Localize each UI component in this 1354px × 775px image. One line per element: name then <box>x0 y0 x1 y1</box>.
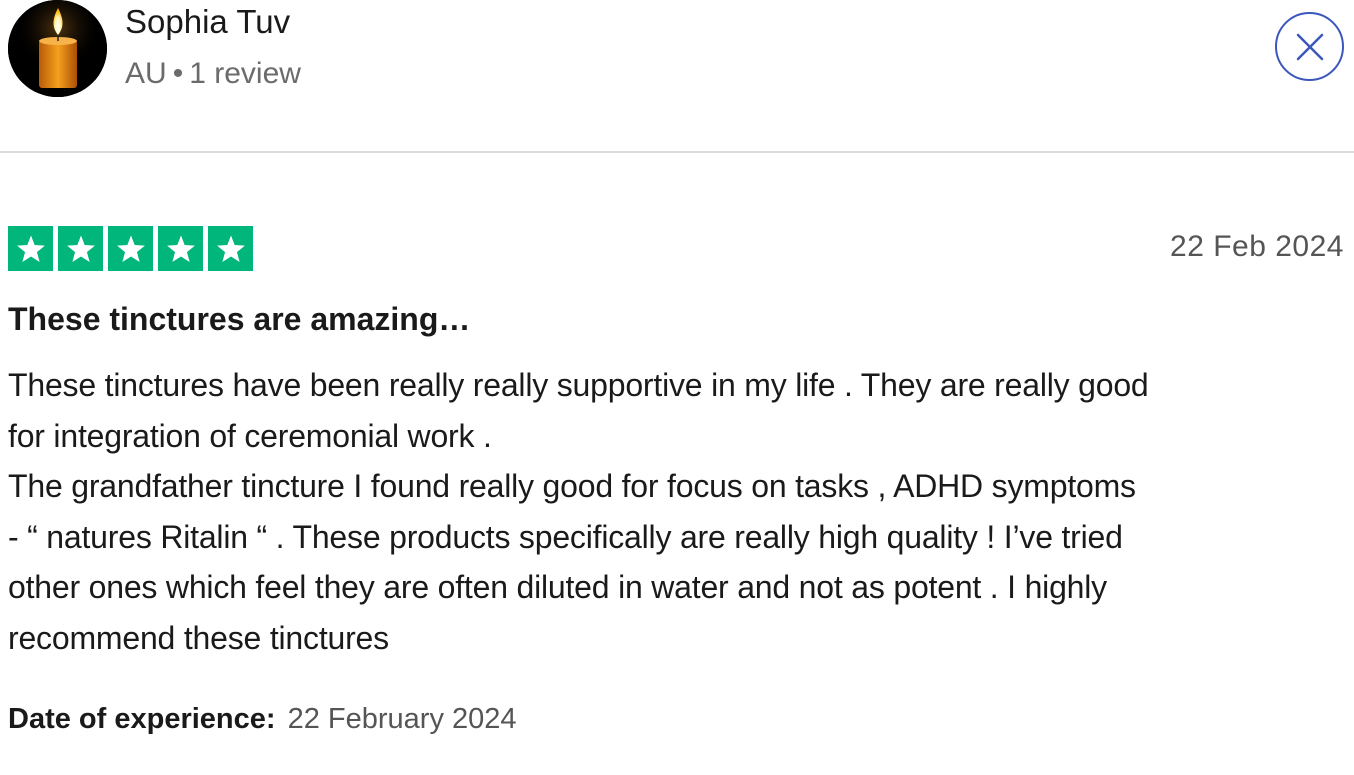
star-box <box>58 226 103 271</box>
candle-icon <box>8 0 107 97</box>
avatar <box>8 0 107 97</box>
date-of-experience: Date of experience: 22 February 2024 <box>8 699 517 739</box>
star-icon <box>166 235 195 262</box>
reviewer-country: AU <box>125 57 167 90</box>
star-icon <box>116 235 145 262</box>
experience-label: Date of experience: <box>8 703 276 735</box>
review-date: 22 Feb 2024 <box>1170 230 1344 263</box>
star-box <box>208 226 253 271</box>
star-box <box>8 226 53 271</box>
reviewer-name[interactable]: Sophia Tuv <box>125 3 290 41</box>
close-icon <box>1296 33 1323 60</box>
star-icon <box>216 235 245 262</box>
close-button[interactable] <box>1275 12 1344 81</box>
star-rating <box>8 226 253 271</box>
review-body: These tinctures have been really really … <box>8 367 1149 656</box>
meta-separator: • <box>172 57 184 90</box>
divider <box>0 151 1354 153</box>
reviewer-review-count: 1 review <box>189 57 301 90</box>
star-box <box>108 226 153 271</box>
star-icon <box>16 235 45 262</box>
star-box <box>158 226 203 271</box>
star-icon <box>66 235 95 262</box>
review-title[interactable]: These tinctures are amazing… <box>8 299 470 339</box>
reviewer-meta: AU • 1 review <box>125 56 301 92</box>
experience-date: 22 February 2024 <box>287 703 517 735</box>
review-detail-page: Sophia Tuv AU • 1 review 22 Feb 2024 These… <box>0 0 1354 775</box>
